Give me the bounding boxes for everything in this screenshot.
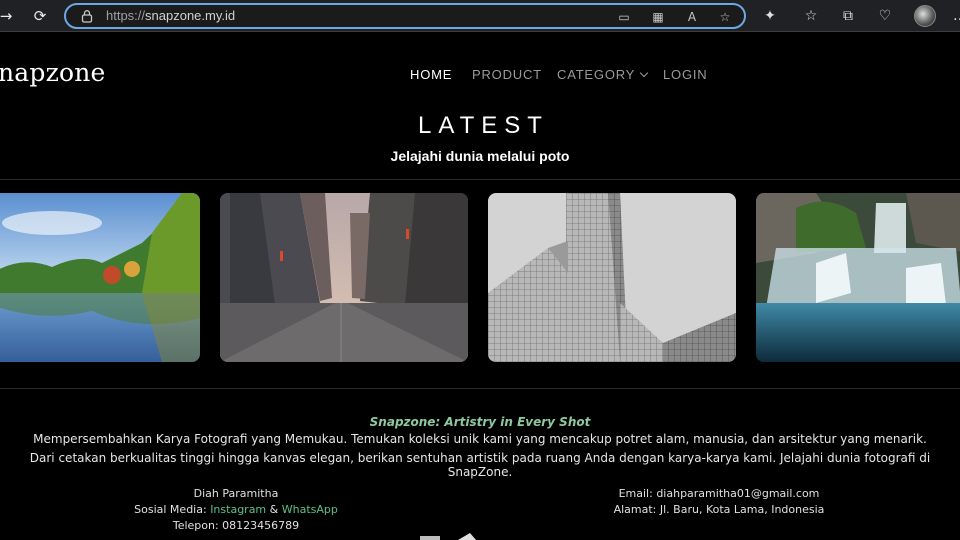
instagram-link[interactable]: Instagram	[210, 503, 266, 516]
nav-login[interactable]: LOGIN	[663, 67, 707, 82]
browser-health-icon[interactable]: ♡	[875, 6, 895, 26]
section-subtitle: Jelajahi dunia melalui poto	[390, 148, 570, 164]
footer-logo-icon	[420, 533, 476, 540]
refresh-icon[interactable]: ⟳	[30, 6, 50, 26]
collections-icon[interactable]: ⧉	[838, 6, 858, 26]
favorites-list-icon[interactable]: ☆	[801, 6, 821, 26]
contact-phone: Telepon: 08123456789	[172, 519, 300, 532]
lock-icon	[81, 10, 93, 23]
more-menu-icon[interactable]: …	[950, 6, 960, 26]
cast-icon[interactable]: ▭	[616, 9, 632, 25]
nav-home[interactable]: HOME	[410, 67, 452, 82]
footer-divider	[0, 388, 960, 389]
contact-address: Alamat: Jl. Baru, Kota Lama, Indonesia	[613, 503, 825, 516]
section-title: LATEST	[418, 112, 549, 139]
nav-category[interactable]: CATEGORY	[557, 67, 649, 82]
divider	[0, 179, 960, 180]
browser-toolbar: → ⟳ https://snapzone.my.id ▭ ▦ A ☆ ✦ ☆ ⧉…	[0, 0, 960, 32]
footer-description-line2: Dari cetakan berkualitas tinggi hingga k…	[29, 451, 931, 479]
extensions-icon[interactable]: ✦	[760, 6, 780, 26]
app-grid-icon[interactable]: ▦	[650, 9, 666, 25]
whatsapp-link[interactable]: WhatsApp	[282, 503, 338, 516]
contact-email: Email: diahparamitha01@gmail.com	[618, 487, 820, 500]
url-protocol: https://	[106, 8, 146, 23]
profile-avatar[interactable]	[914, 5, 936, 27]
contact-name: Diah Paramitha	[193, 487, 279, 500]
nav-category-label: CATEGORY	[557, 67, 636, 82]
nav-product[interactable]: PRODUCT	[472, 67, 542, 82]
gallery-card-city[interactable]	[220, 193, 468, 362]
gallery-card-architecture[interactable]	[488, 193, 736, 362]
social-label: Sosial Media:	[134, 503, 211, 516]
footer-tagline: Snapzone: Artistry in Every Shot	[369, 415, 591, 429]
gallery-card-lake[interactable]	[0, 193, 200, 362]
contact-social: Sosial Media: Instagram & WhatsApp	[96, 503, 376, 516]
site-brand-logo[interactable]: napzone	[0, 58, 106, 87]
url-text: https://snapzone.my.id	[106, 8, 235, 23]
read-aloud-icon[interactable]: A	[684, 9, 700, 25]
url-host: snapzone.my.id	[145, 8, 236, 23]
lake-landscape-image	[0, 193, 200, 362]
address-bar[interactable]: https://snapzone.my.id ▭ ▦ A ☆	[64, 3, 746, 29]
favorite-star-icon[interactable]: ☆	[717, 9, 733, 25]
waterfall-image	[756, 193, 960, 362]
forward-icon[interactable]: →	[0, 6, 16, 26]
city-street-image	[220, 193, 468, 362]
footer-description-line1: Mempersembahkan Karya Fotografi yang Mem…	[33, 432, 927, 446]
social-separator: &	[266, 503, 282, 516]
gallery-card-waterfall[interactable]	[756, 193, 960, 362]
chevron-down-icon	[639, 68, 649, 78]
architecture-image	[488, 193, 736, 362]
